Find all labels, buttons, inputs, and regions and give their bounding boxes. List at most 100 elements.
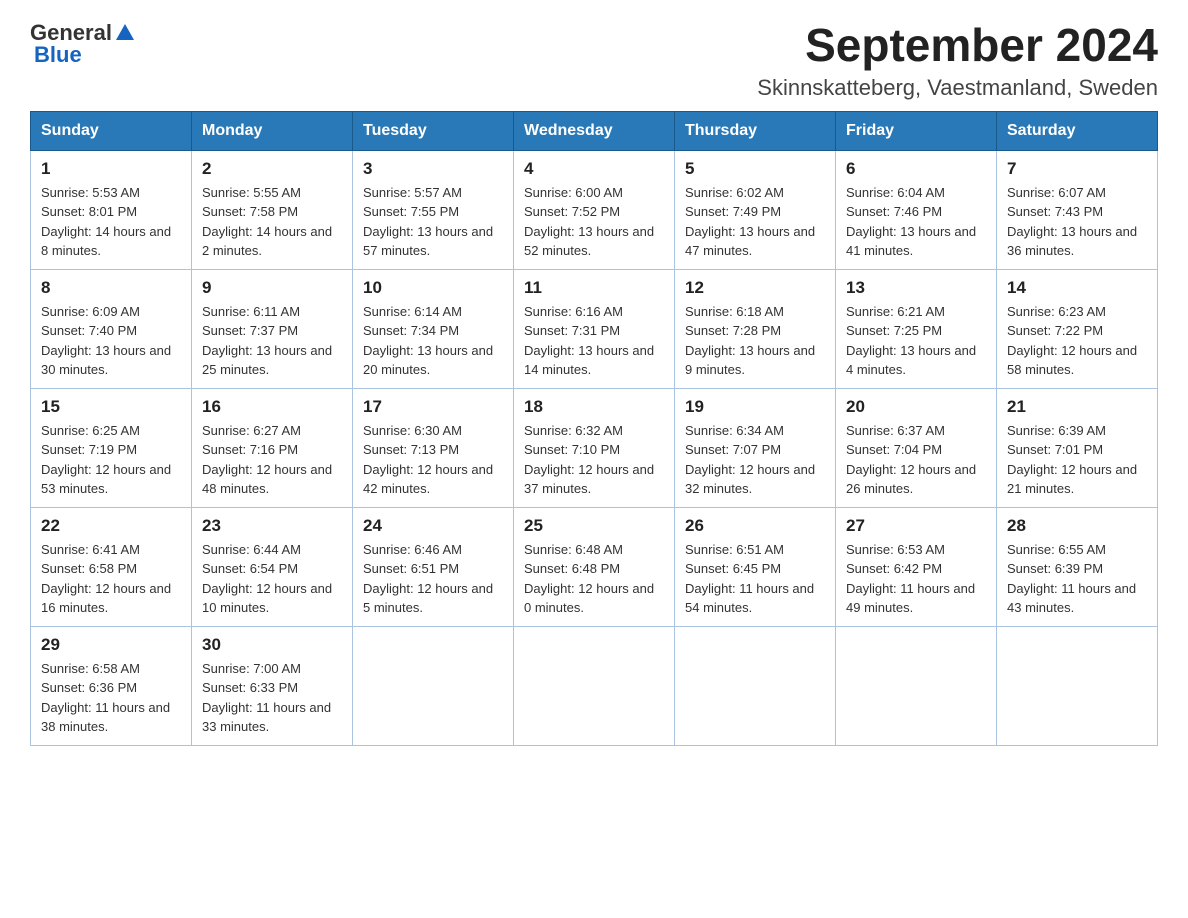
cell-day-number: 16 — [202, 397, 342, 417]
day-of-week-header: Wednesday — [514, 111, 675, 150]
cell-day-number: 23 — [202, 516, 342, 536]
calendar-cell: 29 Sunrise: 6:58 AMSunset: 6:36 PMDayligh… — [31, 626, 192, 745]
calendar-cell — [514, 626, 675, 745]
cell-day-number: 29 — [41, 635, 181, 655]
calendar-cell: 16Sunrise: 6:27 AMSunset: 7:16 PMDayligh… — [192, 388, 353, 507]
cell-sun-info: Sunrise: 6:04 AMSunset: 7:46 PMDaylight:… — [846, 183, 986, 261]
cell-day-number: 7 — [1007, 159, 1147, 179]
cell-sun-info: Sunrise: 6:07 AMSunset: 7:43 PMDaylight:… — [1007, 183, 1147, 261]
cell-sun-info: Sunrise: 6:18 AMSunset: 7:28 PMDaylight:… — [685, 302, 825, 380]
day-of-week-header: Thursday — [675, 111, 836, 150]
calendar-cell: 7 Sunrise: 6:07 AMSunset: 7:43 PMDaylight… — [997, 150, 1158, 269]
cell-sun-info: Sunrise: 6:30 AMSunset: 7:13 PMDaylight:… — [363, 421, 503, 499]
calendar-cell: 1Sunrise: 5:53 AMSunset: 8:01 PMDaylight… — [31, 150, 192, 269]
cell-sun-info: Sunrise: 6:16 AMSunset: 7:31 PMDaylight:… — [524, 302, 664, 380]
title-area: September 2024 Skinnskatteberg, Vaestman… — [757, 20, 1158, 101]
calendar-cell: 28 Sunrise: 6:55 AMSunset: 6:39 PMDayligh… — [997, 507, 1158, 626]
calendar-cell: 10 Sunrise: 6:14 AMSunset: 7:34 PMDayligh… — [353, 269, 514, 388]
calendar-week-row: 29 Sunrise: 6:58 AMSunset: 6:36 PMDayligh… — [31, 626, 1158, 745]
calendar-cell: 9 Sunrise: 6:11 AMSunset: 7:37 PMDaylight… — [192, 269, 353, 388]
cell-day-number: 20 — [846, 397, 986, 417]
cell-day-number: 19 — [685, 397, 825, 417]
calendar-week-row: 8Sunrise: 6:09 AMSunset: 7:40 PMDaylight… — [31, 269, 1158, 388]
day-of-week-header: Sunday — [31, 111, 192, 150]
cell-day-number: 4 — [524, 159, 664, 179]
calendar-cell: 26 Sunrise: 6:51 AMSunset: 6:45 PMDayligh… — [675, 507, 836, 626]
calendar-week-row: 22 Sunrise: 6:41 AMSunset: 6:58 PMDayligh… — [31, 507, 1158, 626]
cell-day-number: 27 — [846, 516, 986, 536]
cell-sun-info: Sunrise: 6:55 AMSunset: 6:39 PMDaylight:… — [1007, 540, 1147, 618]
cell-sun-info: Sunrise: 5:55 AMSunset: 7:58 PMDaylight:… — [202, 183, 342, 261]
calendar-cell — [353, 626, 514, 745]
calendar-cell: 22 Sunrise: 6:41 AMSunset: 6:58 PMDayligh… — [31, 507, 192, 626]
calendar-cell: 8Sunrise: 6:09 AMSunset: 7:40 PMDaylight… — [31, 269, 192, 388]
cell-day-number: 13 — [846, 278, 986, 298]
cell-day-number: 22 — [41, 516, 181, 536]
cell-day-number: 10 — [363, 278, 503, 298]
cell-day-number: 28 — [1007, 516, 1147, 536]
cell-sun-info: Sunrise: 6:02 AMSunset: 7:49 PMDaylight:… — [685, 183, 825, 261]
cell-sun-info: Sunrise: 6:32 AMSunset: 7:10 PMDaylight:… — [524, 421, 664, 499]
cell-day-number: 30 — [202, 635, 342, 655]
cell-day-number: 9 — [202, 278, 342, 298]
cell-sun-info: Sunrise: 6:11 AMSunset: 7:37 PMDaylight:… — [202, 302, 342, 380]
cell-day-number: 8 — [41, 278, 181, 298]
cell-sun-info: Sunrise: 6:21 AMSunset: 7:25 PMDaylight:… — [846, 302, 986, 380]
calendar-cell: 18 Sunrise: 6:32 AMSunset: 7:10 PMDayligh… — [514, 388, 675, 507]
logo-blue-text: Blue — [34, 42, 82, 68]
calendar-cell: 5 Sunrise: 6:02 AMSunset: 7:49 PMDaylight… — [675, 150, 836, 269]
cell-day-number: 18 — [524, 397, 664, 417]
cell-day-number: 12 — [685, 278, 825, 298]
day-of-week-header: Monday — [192, 111, 353, 150]
month-year-title: September 2024 — [757, 20, 1158, 71]
cell-sun-info: Sunrise: 6:25 AMSunset: 7:19 PMDaylight:… — [41, 421, 181, 499]
cell-day-number: 21 — [1007, 397, 1147, 417]
calendar-cell — [675, 626, 836, 745]
calendar-cell: 21 Sunrise: 6:39 AMSunset: 7:01 PMDayligh… — [997, 388, 1158, 507]
calendar-cell: 11Sunrise: 6:16 AMSunset: 7:31 PMDayligh… — [514, 269, 675, 388]
calendar-cell: 13 Sunrise: 6:21 AMSunset: 7:25 PMDayligh… — [836, 269, 997, 388]
calendar-week-row: 15Sunrise: 6:25 AMSunset: 7:19 PMDayligh… — [31, 388, 1158, 507]
calendar-cell — [836, 626, 997, 745]
cell-day-number: 2 — [202, 159, 342, 179]
cell-day-number: 25 — [524, 516, 664, 536]
calendar-cell: 23 Sunrise: 6:44 AMSunset: 6:54 PMDayligh… — [192, 507, 353, 626]
location-subtitle: Skinnskatteberg, Vaestmanland, Sweden — [757, 75, 1158, 101]
cell-sun-info: Sunrise: 6:39 AMSunset: 7:01 PMDaylight:… — [1007, 421, 1147, 499]
calendar-header-row: SundayMondayTuesdayWednesdayThursdayFrid… — [31, 111, 1158, 150]
calendar-cell: 3Sunrise: 5:57 AMSunset: 7:55 PMDaylight… — [353, 150, 514, 269]
cell-sun-info: Sunrise: 5:53 AMSunset: 8:01 PMDaylight:… — [41, 183, 181, 261]
cell-sun-info: Sunrise: 6:53 AMSunset: 6:42 PMDaylight:… — [846, 540, 986, 618]
calendar-cell: 25 Sunrise: 6:48 AMSunset: 6:48 PMDayligh… — [514, 507, 675, 626]
calendar-cell: 14Sunrise: 6:23 AMSunset: 7:22 PMDayligh… — [997, 269, 1158, 388]
header: General Blue September 2024 Skinnskatteb… — [30, 20, 1158, 101]
calendar-cell: 20 Sunrise: 6:37 AMSunset: 7:04 PMDayligh… — [836, 388, 997, 507]
cell-sun-info: Sunrise: 6:34 AMSunset: 7:07 PMDaylight:… — [685, 421, 825, 499]
calendar-table: SundayMondayTuesdayWednesdayThursdayFrid… — [30, 111, 1158, 746]
calendar-cell: 12 Sunrise: 6:18 AMSunset: 7:28 PMDayligh… — [675, 269, 836, 388]
calendar-cell: 4 Sunrise: 6:00 AMSunset: 7:52 PMDaylight… — [514, 150, 675, 269]
cell-day-number: 26 — [685, 516, 825, 536]
cell-sun-info: Sunrise: 6:37 AMSunset: 7:04 PMDaylight:… — [846, 421, 986, 499]
cell-sun-info: Sunrise: 6:48 AMSunset: 6:48 PMDaylight:… — [524, 540, 664, 618]
cell-day-number: 17 — [363, 397, 503, 417]
cell-sun-info: Sunrise: 6:44 AMSunset: 6:54 PMDaylight:… — [202, 540, 342, 618]
cell-day-number: 5 — [685, 159, 825, 179]
cell-sun-info: Sunrise: 7:00 AMSunset: 6:33 PMDaylight:… — [202, 659, 342, 737]
calendar-week-row: 1Sunrise: 5:53 AMSunset: 8:01 PMDaylight… — [31, 150, 1158, 269]
cell-sun-info: Sunrise: 6:51 AMSunset: 6:45 PMDaylight:… — [685, 540, 825, 618]
calendar-cell: 17 Sunrise: 6:30 AMSunset: 7:13 PMDayligh… — [353, 388, 514, 507]
cell-sun-info: Sunrise: 6:58 AMSunset: 6:36 PMDaylight:… — [41, 659, 181, 737]
logo-triangle-icon — [116, 24, 134, 45]
cell-day-number: 6 — [846, 159, 986, 179]
cell-sun-info: Sunrise: 6:00 AMSunset: 7:52 PMDaylight:… — [524, 183, 664, 261]
cell-sun-info: Sunrise: 6:46 AMSunset: 6:51 PMDaylight:… — [363, 540, 503, 618]
calendar-cell: 15Sunrise: 6:25 AMSunset: 7:19 PMDayligh… — [31, 388, 192, 507]
cell-day-number: 14 — [1007, 278, 1147, 298]
cell-day-number: 24 — [363, 516, 503, 536]
day-of-week-header: Friday — [836, 111, 997, 150]
cell-sun-info: Sunrise: 6:41 AMSunset: 6:58 PMDaylight:… — [41, 540, 181, 618]
cell-sun-info: Sunrise: 6:14 AMSunset: 7:34 PMDaylight:… — [363, 302, 503, 380]
day-of-week-header: Saturday — [997, 111, 1158, 150]
calendar-cell: 2 Sunrise: 5:55 AMSunset: 7:58 PMDaylight… — [192, 150, 353, 269]
